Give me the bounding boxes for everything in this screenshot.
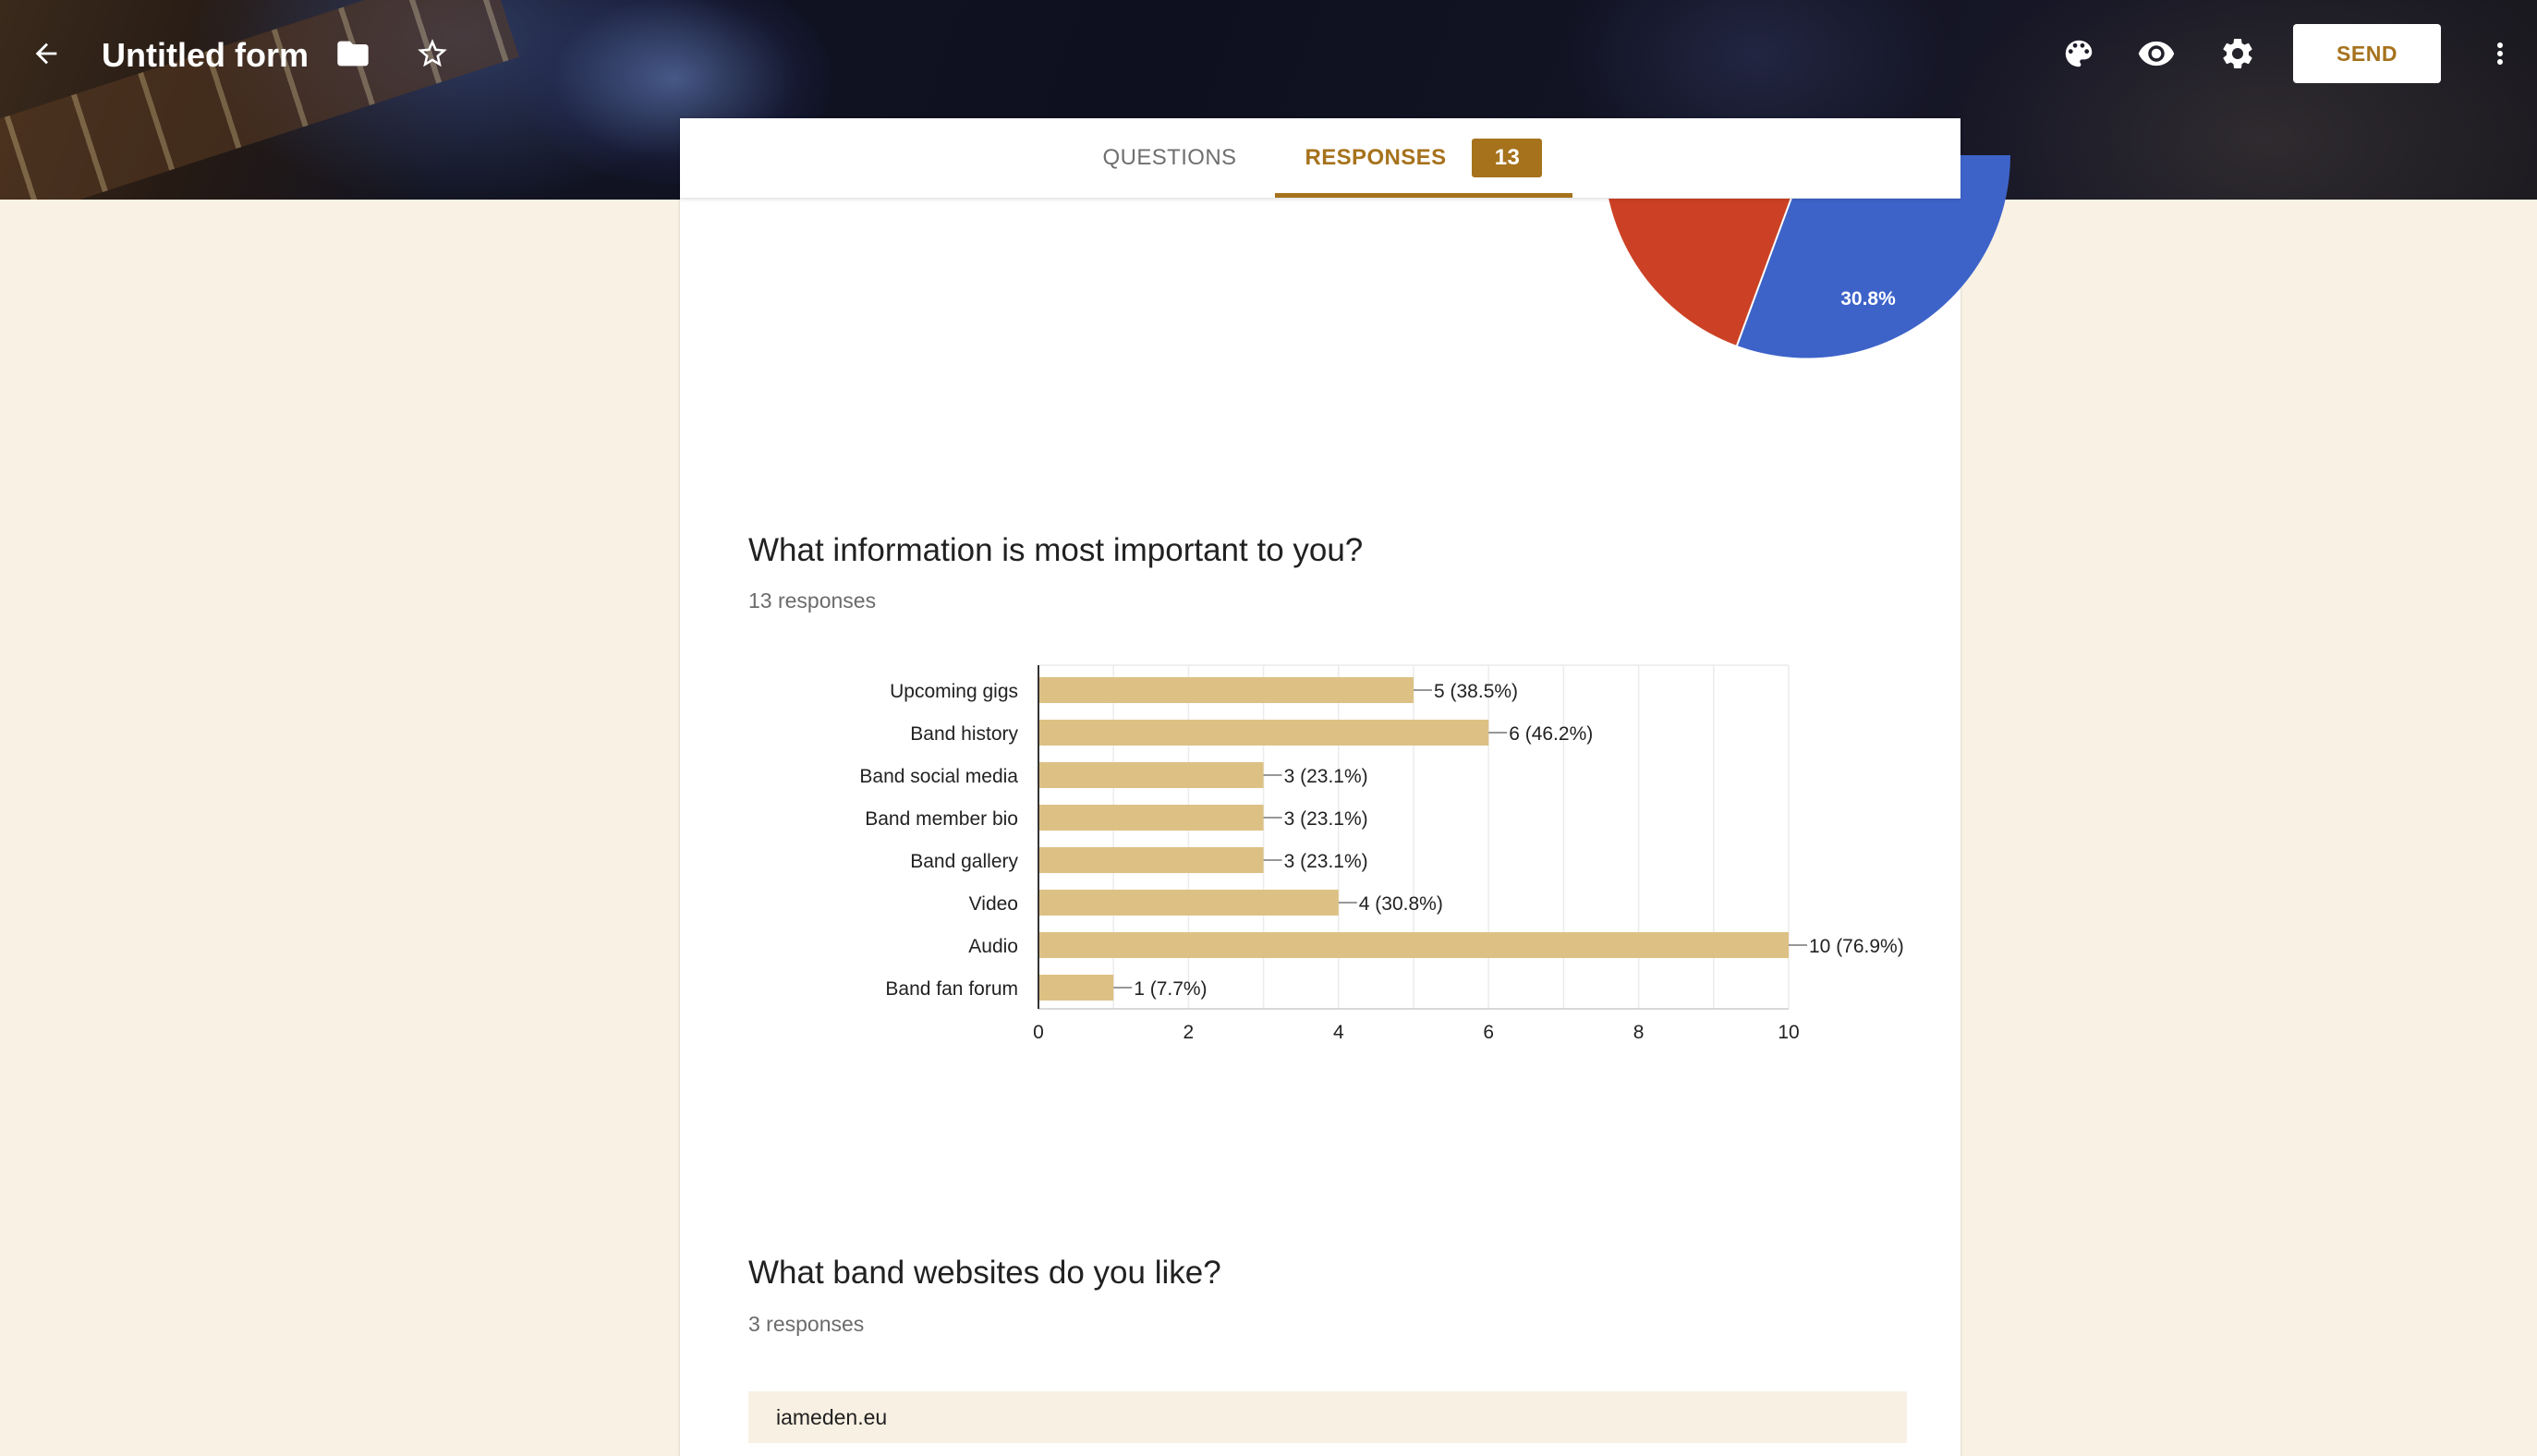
- bar: [1038, 720, 1489, 746]
- bar: [1038, 677, 1414, 703]
- x-tick-label: 0: [1033, 1022, 1044, 1043]
- tab-questions[interactable]: QUESTIONS: [1068, 118, 1271, 198]
- question-title: What information is most important to yo…: [748, 532, 1364, 568]
- category-label: Upcoming gigs: [890, 681, 1018, 702]
- data-label: 1 (7.7%): [1134, 978, 1207, 1000]
- category-label: Band social media: [859, 766, 1018, 787]
- pie-chart-fragment: 30.8%: [1604, 152, 2010, 484]
- pie-chart: 30.8%: [1604, 154, 2010, 358]
- move-to-folder-button[interactable]: [327, 28, 379, 79]
- data-label: 3 (23.1%): [1284, 851, 1368, 872]
- folder-icon: [337, 41, 369, 67]
- category-label: Band member bio: [865, 808, 1018, 830]
- more-options-button[interactable]: [2476, 28, 2524, 79]
- star-outline-icon: [418, 39, 447, 67]
- form-tabs: QUESTIONS RESPONSES 13: [680, 118, 1960, 199]
- send-button[interactable]: SEND: [2293, 24, 2441, 83]
- x-tick-label: 6: [1483, 1022, 1494, 1043]
- bar-chart: Upcoming gigs 5 (38.5%) Band history 6 (46.…: [859, 664, 1904, 1043]
- data-label: 10 (76.9%): [1809, 936, 1904, 957]
- back-arrow-icon: [35, 42, 57, 65]
- back-button[interactable]: [17, 24, 76, 83]
- response-answer-text: iameden.eu: [776, 1404, 888, 1429]
- x-tick-label: 10: [1778, 1022, 1799, 1043]
- data-label: 6 (46.2%): [1509, 723, 1593, 745]
- responses-count-badge: 13: [1472, 139, 1543, 177]
- category-label: Audio: [968, 936, 1018, 957]
- bar: [1038, 847, 1264, 873]
- x-tick-label: 4: [1333, 1022, 1344, 1043]
- tab-responses-label: RESPONSES: [1305, 145, 1447, 170]
- response-answer-row: iameden.eu: [748, 1391, 1907, 1443]
- customize-theme-button[interactable]: [2053, 28, 2105, 79]
- question-response-count-2: 3 responses: [748, 1312, 865, 1336]
- bar: [1038, 975, 1114, 1001]
- gear-icon: [2223, 38, 2252, 68]
- category-label: Video: [969, 893, 1018, 915]
- bar: [1038, 805, 1264, 831]
- pie-slice-label: 30.8%: [1840, 288, 1896, 309]
- bar: [1038, 932, 1789, 958]
- data-label: 3 (23.1%): [1284, 808, 1368, 830]
- eye-icon: [2138, 41, 2175, 67]
- active-tab-indicator: [1275, 193, 1572, 198]
- preview-button[interactable]: [2130, 28, 2182, 79]
- bar: [1038, 762, 1264, 788]
- category-label: Band history: [910, 723, 1018, 745]
- category-label: Band gallery: [910, 851, 1018, 872]
- tab-responses[interactable]: RESPONSES 13: [1275, 118, 1572, 198]
- category-label: Band fan forum: [885, 978, 1018, 1000]
- data-label: 5 (38.5%): [1434, 681, 1518, 702]
- palette-icon: [2065, 40, 2093, 67]
- settings-button[interactable]: [2212, 28, 2264, 79]
- bar: [1038, 890, 1339, 916]
- form-title[interactable]: Untitled form: [102, 28, 309, 83]
- x-tick-label: 2: [1184, 1022, 1195, 1043]
- question-response-count: 13 responses: [748, 588, 877, 613]
- x-tick-label: 8: [1633, 1022, 1645, 1043]
- data-label: 3 (23.1%): [1284, 766, 1368, 787]
- question-title-2: What band websites do you like?: [748, 1255, 1221, 1291]
- data-label: 4 (30.8%): [1359, 893, 1443, 915]
- more-vert-icon: [2497, 42, 2503, 65]
- star-button[interactable]: [407, 28, 458, 79]
